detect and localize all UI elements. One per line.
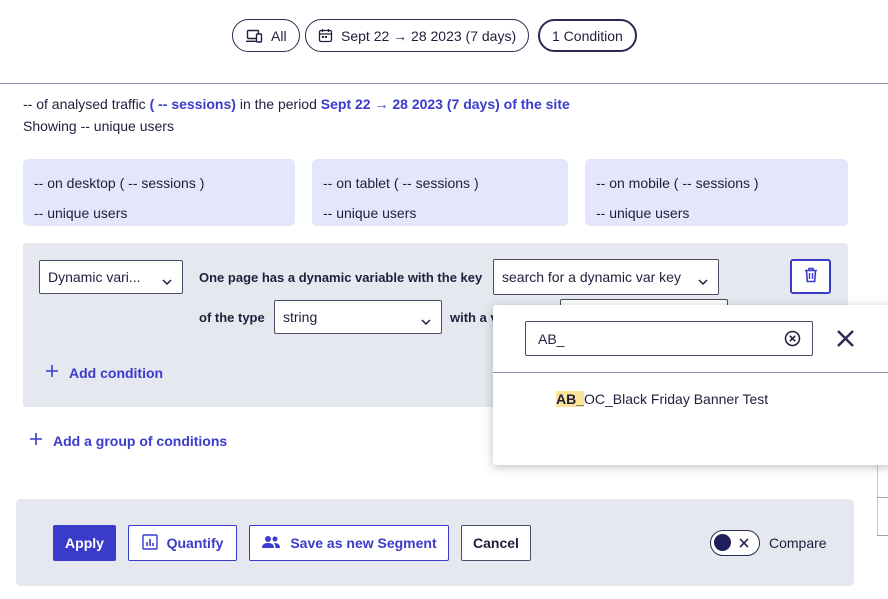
calendar-icon	[318, 28, 333, 43]
value-type-select[interactable]: string	[274, 300, 442, 334]
search-result-item[interactable]: AB_OC_Black Friday Banner Test	[556, 391, 768, 407]
users-icon	[261, 535, 281, 552]
add-group-label: Add a group of conditions	[53, 432, 228, 449]
right-edge-blank	[877, 84, 888, 304]
summary-sessions: ( -- sessions)	[149, 96, 236, 112]
right-edge-divider	[877, 465, 878, 535]
apply-button[interactable]: Apply	[53, 525, 116, 561]
tablet-users: -- unique users	[323, 205, 417, 221]
period-filter-label: Sept 22 → 28 2023 (7 days)	[341, 27, 517, 44]
condition-filter-label: 1 Condition	[552, 27, 623, 44]
chart-icon	[141, 533, 158, 553]
dynamic-var-search-input[interactable]	[525, 321, 813, 356]
devices-icon	[245, 29, 263, 43]
mobile-stat-card: -- on mobile ( -- sessions ) -- unique u…	[585, 159, 848, 226]
summary-prefix: -- of analysed traffic	[23, 96, 150, 112]
compare-toggle[interactable]	[710, 530, 760, 556]
right-edge-line	[877, 497, 888, 498]
value-type-value: string	[283, 309, 318, 325]
chevron-down-icon	[162, 273, 172, 289]
desktop-users: -- unique users	[34, 205, 128, 221]
delete-condition-button[interactable]	[790, 259, 831, 294]
result-match-highlight: AB_	[556, 391, 585, 407]
toggle-knob	[714, 534, 731, 551]
device-filter-label: All	[271, 27, 287, 44]
key-label: One page has a dynamic variable with the…	[199, 270, 483, 285]
summary-period: Sept 22 → 28 2023 (7 days) of the site	[320, 96, 570, 112]
plus-icon	[45, 364, 59, 381]
dynamic-var-search-popup: AB_OC_Black Friday Banner Test	[493, 305, 888, 465]
x-icon	[738, 536, 750, 552]
dynamic-var-key-select[interactable]: search for a dynamic var key	[493, 259, 719, 295]
of-type-label: of the type	[199, 310, 265, 325]
desktop-stat-card: -- on desktop ( -- sessions ) -- unique …	[23, 159, 295, 226]
clear-circle-icon[interactable]	[784, 330, 801, 350]
save-segment-button[interactable]: Save as new Segment	[249, 525, 449, 561]
summary-mid: in the period	[235, 96, 321, 112]
condition-filter-chip[interactable]: 1 Condition	[538, 19, 637, 52]
condition-type-select[interactable]: Dynamic vari...	[39, 260, 183, 294]
add-condition-link[interactable]: Add condition	[45, 364, 163, 381]
device-filter-chip[interactable]: All	[232, 19, 300, 52]
cancel-button[interactable]: Cancel	[461, 525, 531, 561]
result-rest-text: OC_Black Friday Banner Test	[584, 391, 769, 407]
plus-icon	[29, 432, 43, 449]
summary-line-1: -- of analysed traffic ( -- sessions) in…	[23, 93, 570, 115]
apply-label: Apply	[65, 535, 104, 551]
condition-type-value: Dynamic vari...	[48, 269, 141, 285]
cancel-label: Cancel	[473, 535, 519, 551]
trash-icon	[804, 267, 818, 286]
dynamic-var-key-value: search for a dynamic var key	[502, 269, 681, 285]
chevron-down-icon	[421, 313, 431, 329]
chevron-down-icon	[698, 273, 708, 289]
period-filter-chip[interactable]: Sept 22 → 28 2023 (7 days)	[305, 19, 530, 52]
summary-line-2: Showing -- unique users	[23, 118, 174, 134]
filter-bar: All Sept 22 → 28 2023 (7 days) 1 Conditi…	[0, 0, 888, 84]
quantify-button[interactable]: Quantify	[128, 525, 237, 561]
popup-divider	[493, 372, 888, 373]
with-value-label: with a v	[450, 310, 498, 325]
mobile-sessions: -- on mobile ( -- sessions )	[596, 175, 759, 191]
add-group-link[interactable]: Add a group of conditions	[29, 432, 227, 449]
compare-label: Compare	[769, 535, 827, 551]
desktop-sessions: -- on desktop ( -- sessions )	[34, 175, 205, 191]
save-segment-label: Save as new Segment	[290, 535, 437, 551]
tablet-stat-card: -- on tablet ( -- sessions ) -- unique u…	[312, 159, 568, 226]
tablet-sessions: -- on tablet ( -- sessions )	[323, 175, 479, 191]
quantify-label: Quantify	[166, 535, 224, 551]
close-icon[interactable]	[836, 329, 855, 351]
add-condition-label: Add condition	[69, 364, 164, 381]
mobile-users: -- unique users	[596, 205, 690, 221]
right-edge-line	[877, 535, 888, 536]
traffic-summary: -- of analysed traffic ( -- sessions) in…	[23, 93, 570, 137]
